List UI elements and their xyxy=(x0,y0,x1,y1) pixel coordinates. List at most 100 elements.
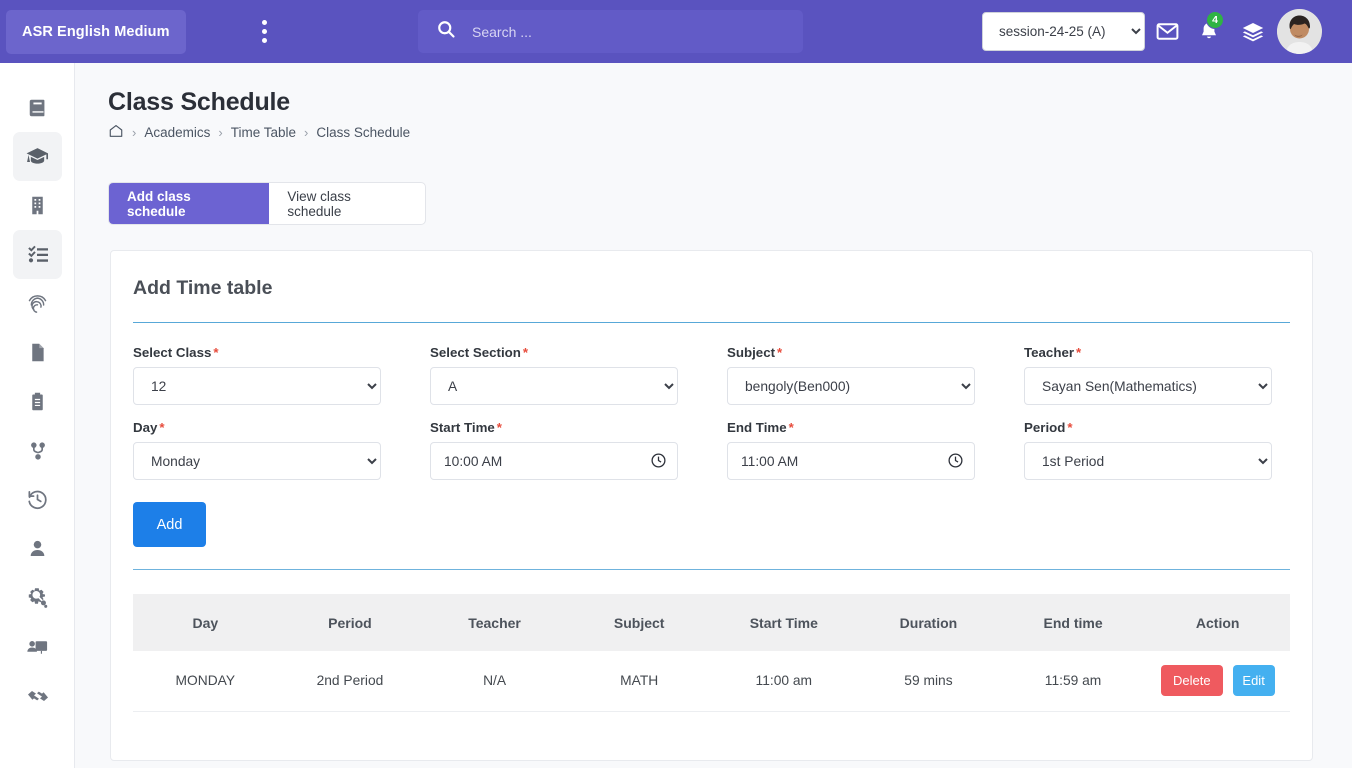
form-row-2: Day * Monday Start Time * 10:00 AM End T… xyxy=(133,420,1290,480)
breadcrumb-item-class-schedule[interactable]: Class Schedule xyxy=(316,125,410,140)
top-header-bar: ASR English Medium session-24-25 (A) 4 xyxy=(0,0,1352,63)
table-header-row: Day Period Teacher Subject Start Time Du… xyxy=(133,594,1290,651)
field-day: Day * Monday xyxy=(133,420,381,480)
required-mark: * xyxy=(788,420,794,435)
column-action: Action xyxy=(1145,594,1290,651)
subject-dropdown[interactable]: bengoly(Ben000) xyxy=(727,367,975,405)
tab-view-class-schedule[interactable]: View class schedule xyxy=(269,183,425,224)
label-end-time: End Time * xyxy=(727,420,794,435)
table-row: MONDAY 2nd Period N/A MATH 11:00 am 59 m… xyxy=(133,651,1290,712)
column-end-time: End time xyxy=(1000,594,1146,651)
field-select-class: Select Class * 12 xyxy=(133,345,381,405)
day-dropdown[interactable]: Monday xyxy=(133,442,381,480)
start-time-input[interactable] xyxy=(430,442,678,480)
field-teacher: Teacher * Sayan Sen(Mathematics) xyxy=(1024,345,1272,405)
search-icon xyxy=(436,19,456,44)
breadcrumb-item-time-table[interactable]: Time Table xyxy=(231,125,296,140)
required-mark: * xyxy=(1067,420,1073,435)
cell-period: 2nd Period xyxy=(277,651,423,712)
cell-action: Delete Edit xyxy=(1145,651,1290,712)
required-mark: * xyxy=(522,345,529,360)
divider xyxy=(133,569,1290,570)
field-period: Period * 1st Period xyxy=(1024,420,1272,480)
sidebar-item-documents[interactable] xyxy=(13,328,62,377)
sidebar-item-handshake[interactable] xyxy=(13,671,62,720)
column-period: Period xyxy=(277,594,423,651)
form-row-1: Select Class * 12 Select Section * A Subje… xyxy=(133,345,1290,405)
sidebar-item-academics[interactable] xyxy=(13,132,62,181)
schedule-table: Day Period Teacher Subject Start Time Du… xyxy=(133,594,1290,712)
teacher-dropdown[interactable]: Sayan Sen(Mathematics) xyxy=(1024,367,1272,405)
kebab-dot xyxy=(262,20,268,25)
label-day: Day * xyxy=(133,420,165,435)
left-sidebar xyxy=(0,63,75,768)
search-input[interactable] xyxy=(472,23,772,40)
breadcrumb-item-academics[interactable]: Academics xyxy=(144,125,210,140)
label-subject: Subject * xyxy=(727,345,783,360)
page-title: Class Schedule xyxy=(108,88,291,116)
sidebar-item-history[interactable] xyxy=(13,475,62,524)
add-time-table-card: Add Time table Select Class * 12 Select S… xyxy=(110,250,1313,761)
kebab-dot xyxy=(262,38,268,43)
cell-day: MONDAY xyxy=(133,651,278,712)
home-icon[interactable] xyxy=(108,123,124,142)
required-mark: * xyxy=(777,345,783,360)
divider xyxy=(133,322,1290,323)
field-start-time: Start Time * xyxy=(430,420,678,480)
cell-end-time: 11:59 am xyxy=(1000,651,1146,712)
column-subject: Subject xyxy=(566,594,712,651)
envelope-icon[interactable] xyxy=(1150,0,1184,63)
select-class-dropdown[interactable]: 12 xyxy=(133,367,381,405)
column-start-time: Start Time xyxy=(711,594,857,651)
sidebar-item-attendance[interactable] xyxy=(13,279,62,328)
required-mark: * xyxy=(496,420,502,435)
kebab-dot xyxy=(262,29,268,34)
sidebar-item-settings[interactable] xyxy=(13,573,62,622)
sidebar-item-users[interactable] xyxy=(13,524,62,573)
session-select[interactable]: session-24-25 (A) xyxy=(982,12,1145,51)
sidebar-item-book[interactable] xyxy=(13,83,62,132)
end-time-input[interactable] xyxy=(727,442,975,480)
tab-add-class-schedule[interactable]: Add class schedule xyxy=(109,183,270,224)
delete-button[interactable]: Delete xyxy=(1160,665,1223,697)
sidebar-item-time-table[interactable] xyxy=(13,230,62,279)
field-subject: Subject * bengoly(Ben000) xyxy=(727,345,975,405)
column-duration: Duration xyxy=(856,594,1001,651)
sidebar-item-clipboard[interactable] xyxy=(13,377,62,426)
kebab-menu-icon[interactable] xyxy=(248,12,282,52)
breadcrumb-separator: › xyxy=(218,125,223,140)
required-mark: * xyxy=(213,345,219,360)
period-dropdown[interactable]: 1st Period xyxy=(1024,442,1272,480)
required-mark: * xyxy=(159,420,165,435)
brand-logo[interactable]: ASR English Medium xyxy=(6,9,186,54)
clock-icon[interactable] xyxy=(947,452,964,469)
label-select-section: Select Section * xyxy=(430,345,529,360)
required-mark: * xyxy=(1076,345,1082,360)
clock-icon[interactable] xyxy=(650,452,667,469)
label-select-class: Select Class * xyxy=(133,345,219,360)
label-start-time: Start Time * xyxy=(430,420,502,435)
edit-button[interactable]: Edit xyxy=(1232,665,1275,697)
main-content: Class Schedule › Academics › Time Table … xyxy=(75,63,1352,768)
column-teacher: Teacher xyxy=(422,594,567,651)
search-bar[interactable] xyxy=(418,10,803,53)
avatar[interactable] xyxy=(1277,9,1322,54)
label-period: Period * xyxy=(1024,420,1073,435)
field-end-time: End Time * xyxy=(727,420,975,480)
sidebar-item-classroom[interactable] xyxy=(13,622,62,671)
card-title: Add Time table xyxy=(133,277,273,299)
layers-icon[interactable] xyxy=(1236,0,1270,63)
sidebar-item-git-branch[interactable] xyxy=(13,426,62,475)
bell-icon[interactable] xyxy=(1192,0,1226,63)
cell-subject: MATH xyxy=(566,651,712,712)
column-day: Day xyxy=(133,594,278,651)
tab-group: Add class schedule View class schedule xyxy=(108,182,426,225)
cell-start-time: 11:00 am xyxy=(711,651,857,712)
breadcrumb-separator: › xyxy=(304,125,309,140)
sidebar-item-building[interactable] xyxy=(13,181,62,230)
add-button[interactable]: Add xyxy=(133,502,206,547)
select-section-dropdown[interactable]: A xyxy=(430,367,678,405)
label-teacher: Teacher * xyxy=(1024,345,1082,360)
cell-duration: 59 mins xyxy=(856,651,1001,712)
breadcrumb: › Academics › Time Table › Class Schedul… xyxy=(108,123,1352,142)
